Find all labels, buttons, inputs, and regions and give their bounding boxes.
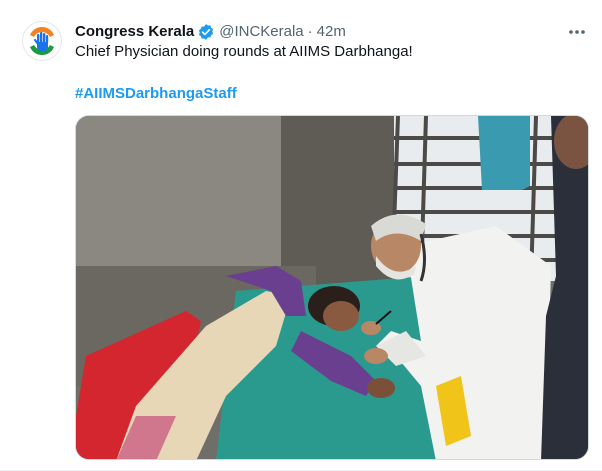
more-options-icon[interactable] [566,22,588,42]
tweet-text: Chief Physician doing rounds at AIIMS Da… [75,43,413,60]
separator: · [307,23,313,40]
tweet-header: Congress Kerala @INCKerala · 42m [75,22,582,42]
tweet-card[interactable]: Congress Kerala @INCKerala · 42m Chief P… [0,0,602,471]
tweet-photo[interactable] [75,115,589,460]
photo-illustration [76,116,588,459]
congress-hand-logo-icon [30,26,54,56]
verified-badge-icon [197,23,215,41]
avatar[interactable] [22,21,62,61]
handle[interactable]: @INCKerala [219,22,303,42]
timestamp[interactable]: 42m [317,22,346,42]
display-name[interactable]: Congress Kerala [75,22,194,42]
hashtag-link[interactable]: #AIIMSDarbhangaStaff [75,84,237,104]
